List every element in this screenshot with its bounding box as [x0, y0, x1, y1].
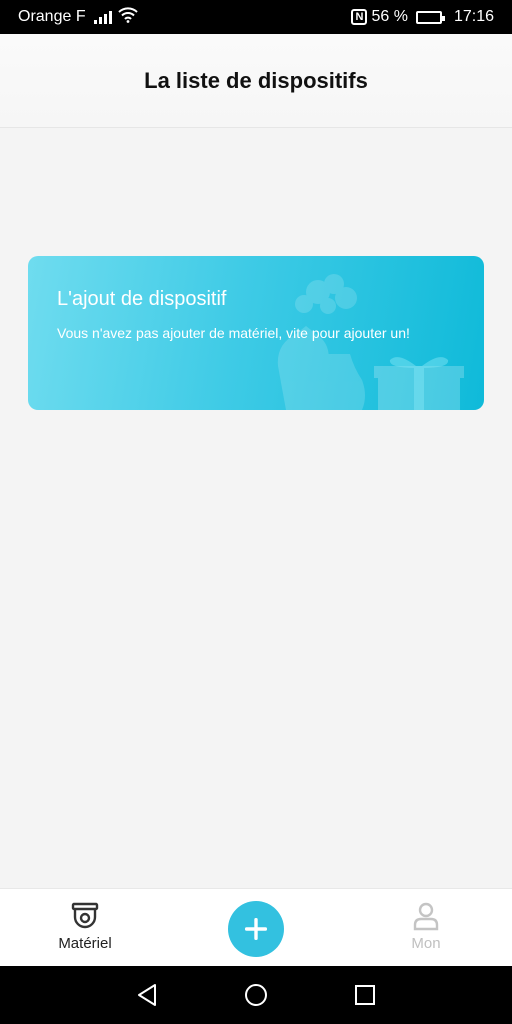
- signal-icon: [93, 10, 112, 24]
- home-icon[interactable]: [241, 980, 271, 1010]
- tab-materiel[interactable]: Matériel: [25, 889, 145, 967]
- back-icon[interactable]: [133, 980, 163, 1010]
- status-bar: Orange F N 56 % 17:16: [0, 0, 512, 34]
- card-title: L'ajout de dispositif: [57, 288, 227, 310]
- battery-percent: 56 %: [371, 8, 408, 25]
- carrier-name: Orange F: [18, 8, 86, 25]
- add-device-card[interactable]: L'ajout de dispositif Vous n'avez pas aj…: [28, 256, 484, 410]
- battery-icon: [415, 10, 445, 24]
- add-device-button[interactable]: [228, 901, 284, 957]
- tab-materiel-label: Matériel: [58, 935, 112, 952]
- page-header: La liste de dispositifs: [0, 34, 512, 128]
- recent-apps-icon[interactable]: [350, 980, 380, 1010]
- tab-mon-label: Mon: [411, 935, 441, 952]
- card-subtitle: Vous n'avez pas ajouter de matériel, vit…: [57, 325, 410, 341]
- tab-mon[interactable]: Mon: [366, 889, 486, 967]
- page-title: La liste de dispositifs: [144, 67, 368, 93]
- bottom-nav: Matériel Mon: [0, 888, 512, 966]
- system-nav-bar: [0, 966, 512, 1024]
- clock: 17:16: [453, 8, 494, 25]
- person-icon: [413, 902, 439, 931]
- wifi-icon: [117, 6, 138, 28]
- plus-icon: [245, 918, 267, 940]
- camera-icon: [71, 902, 99, 929]
- nfc-icon: N: [351, 9, 368, 25]
